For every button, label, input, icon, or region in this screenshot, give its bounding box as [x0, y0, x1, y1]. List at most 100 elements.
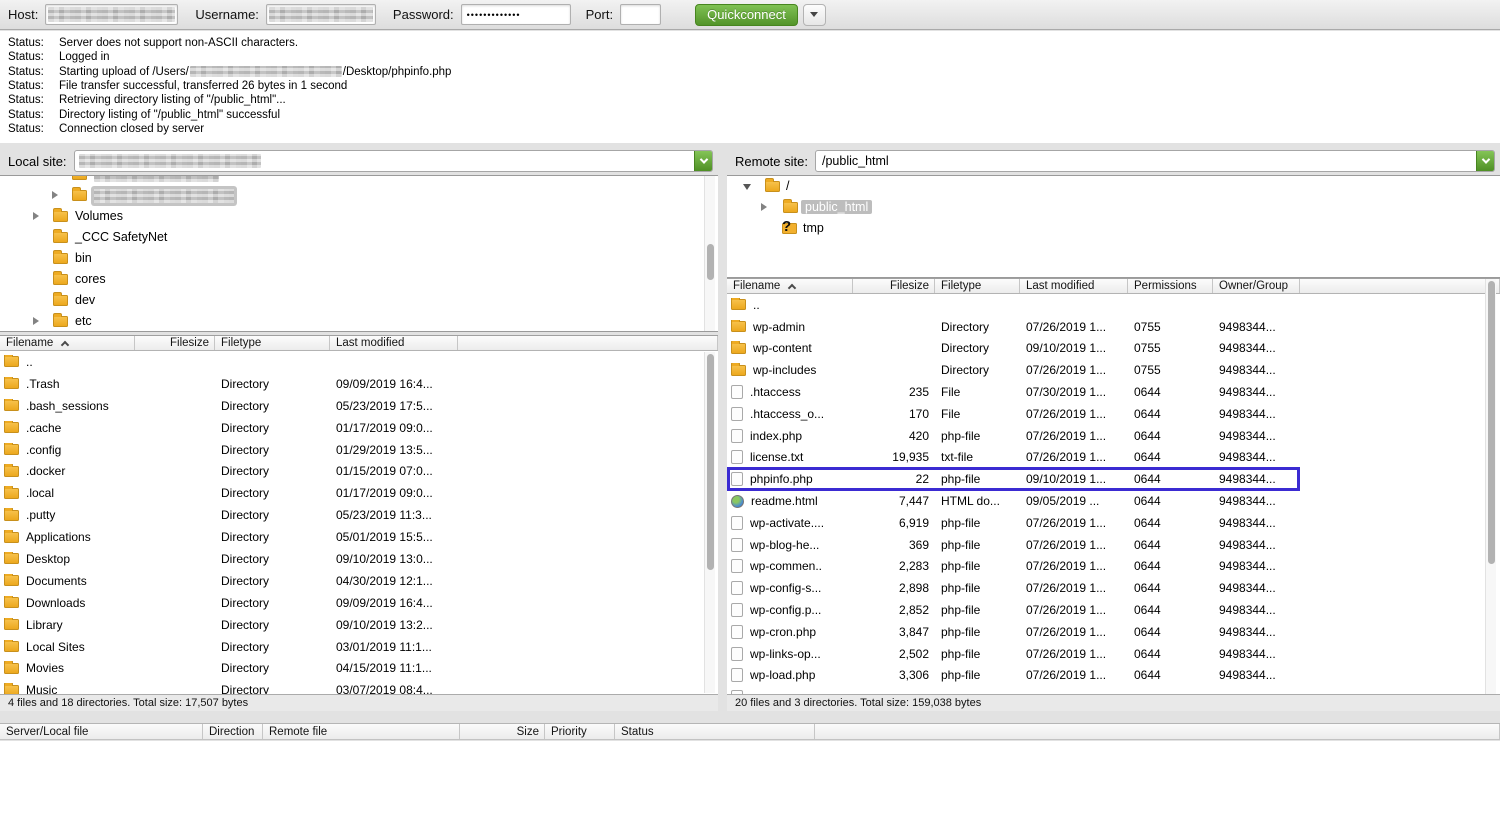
file-row-index-php[interactable]: index.php420php-file07/26/2019 1...06449…: [727, 425, 1500, 447]
file-row-local-sites[interactable]: Local SitesDirectory03/01/2019 11:1...: [0, 636, 718, 658]
password-input[interactable]: •••••••••••••: [461, 4, 571, 25]
local-site-dropdown-button[interactable]: [694, 151, 712, 171]
local-column-filename[interactable]: Filename: [0, 336, 135, 350]
file-row-phpinfo-php[interactable]: phpinfo.php22php-file09/10/2019 1...0644…: [727, 468, 1500, 490]
file-row--trash[interactable]: .TrashDirectory09/09/2019 16:4...: [0, 373, 718, 395]
cell-type: php-file: [935, 559, 1020, 573]
tree-item[interactable]: [0, 185, 718, 206]
queue-column-direction[interactable]: Direction: [203, 724, 263, 739]
quickconnect-button[interactable]: Quickconnect: [695, 4, 798, 26]
tree-item-dev[interactable]: dev: [0, 290, 718, 311]
tree-expand-icon[interactable]: [33, 317, 39, 325]
tree-item--[interactable]: /: [727, 176, 1500, 197]
file-row--htaccess-o-[interactable]: .htaccess_o...170File07/26/2019 1...0644…: [727, 403, 1500, 425]
file-row-wp-cron-php[interactable]: wp-cron.php3,847php-file07/26/2019 1...0…: [727, 621, 1500, 643]
file-row-wp-load-php[interactable]: wp-load.php3,306php-file07/26/2019 1...0…: [727, 665, 1500, 687]
file-row-wp-content[interactable]: wp-contentDirectory09/10/2019 1...075594…: [727, 338, 1500, 360]
file-icon: [731, 472, 743, 486]
remote-column-lastmodified[interactable]: Last modified: [1020, 279, 1128, 293]
local-list-scrollbar[interactable]: [704, 352, 715, 693]
username-input[interactable]: [266, 4, 376, 25]
tree-item-tmp[interactable]: tmp: [727, 218, 1500, 239]
remote-list-scrollbar[interactable]: [1485, 279, 1496, 694]
local-list-scrollbar-thumb[interactable]: [707, 354, 714, 570]
remote-list-scrollbar-thumb[interactable]: [1488, 281, 1495, 564]
cell-perms: 0644: [1128, 494, 1213, 508]
folder-icon: [72, 190, 87, 201]
file-row-wp-links-op-[interactable]: wp-links-op...2,502php-file07/26/2019 1.…: [727, 643, 1500, 665]
queue-column-remotefile[interactable]: Remote file: [263, 724, 460, 739]
remote-site-dropdown-button[interactable]: [1476, 151, 1494, 171]
file-icon: [731, 625, 743, 639]
tree-item-bin[interactable]: bin: [0, 248, 718, 269]
queue-column-priority[interactable]: Priority: [545, 724, 615, 739]
remote-column-filetype[interactable]: Filetype: [935, 279, 1020, 293]
tree-item-public-html[interactable]: public_html: [727, 197, 1500, 218]
file-row--cache[interactable]: .cacheDirectory01/17/2019 09:0...: [0, 417, 718, 439]
queue-column-serverlocal[interactable]: Server/Local file: [0, 724, 203, 739]
file-row--bash-sessions[interactable]: .bash_sessionsDirectory05/23/2019 17:5..…: [0, 395, 718, 417]
host-input[interactable]: [45, 4, 178, 25]
local-panel: Local site: Volumes_CCC SafetyNetbincore…: [0, 148, 718, 711]
tree-item[interactable]: [0, 175, 718, 185]
file-row-library[interactable]: LibraryDirectory09/10/2019 13:2...: [0, 614, 718, 636]
local-tree-scrollbar[interactable]: [704, 176, 715, 331]
file-row-desktop[interactable]: DesktopDirectory09/10/2019 13:0...: [0, 548, 718, 570]
file-row-readme-html[interactable]: readme.html7,447HTML do...09/05/2019 ...…: [727, 490, 1500, 512]
tree-item-cores[interactable]: cores: [0, 269, 718, 290]
tree-expand-icon[interactable]: [52, 191, 58, 199]
local-column-lastmodified[interactable]: Last modified: [330, 336, 458, 350]
tree-item--ccc-safetynet[interactable]: _CCC SafetyNet: [0, 227, 718, 248]
remote-site-combobox[interactable]: /public_html: [815, 150, 1495, 172]
file-icon: [731, 429, 743, 443]
local-tree-scrollbar-thumb[interactable]: [707, 244, 714, 280]
tree-item-volumes[interactable]: Volumes: [0, 206, 718, 227]
file-row-wp-config-p-[interactable]: wp-config.p...2,852php-file07/26/2019 1.…: [727, 599, 1500, 621]
tree-item-label: dev: [75, 293, 95, 307]
file-row--config[interactable]: .configDirectory01/29/2019 13:5...: [0, 439, 718, 461]
tree-item-label: _CCC SafetyNet: [75, 230, 167, 244]
file-row--[interactable]: ..: [727, 294, 1500, 316]
cell-type: Directory: [215, 377, 330, 391]
file-icon: [731, 385, 743, 399]
file-row-movies[interactable]: MoviesDirectory04/15/2019 11:1...: [0, 657, 718, 679]
file-row--[interactable]: ..: [0, 351, 718, 373]
file-row-applications[interactable]: ApplicationsDirectory05/01/2019 15:5...: [0, 526, 718, 548]
file-row-wp-admin[interactable]: wp-adminDirectory07/26/2019 1...07559498…: [727, 316, 1500, 338]
file-row[interactable]: [727, 686, 1500, 694]
tree-collapse-icon[interactable]: [743, 184, 751, 190]
quickconnect-dropdown-button[interactable]: [803, 4, 826, 26]
tree-item-etc[interactable]: etc: [0, 311, 718, 332]
folder-icon: [4, 466, 19, 477]
file-row-wp-config-s-[interactable]: wp-config-s...2,898php-file07/26/2019 1.…: [727, 577, 1500, 599]
port-input[interactable]: [620, 4, 661, 25]
remote-column-ownergroup[interactable]: Owner/Group: [1213, 279, 1300, 293]
remote-column-filename[interactable]: Filename: [727, 279, 853, 293]
queue-column-size[interactable]: Size: [460, 724, 545, 739]
file-row-license-txt[interactable]: license.txt19,935txt-file07/26/2019 1...…: [727, 447, 1500, 469]
file-row--putty[interactable]: .puttyDirectory05/23/2019 11:3...: [0, 504, 718, 526]
file-row-music[interactable]: MusicDirectory03/07/2019 08:4...: [0, 679, 718, 694]
tree-expand-icon[interactable]: [33, 212, 39, 220]
file-row-wp-blog-he-[interactable]: wp-blog-he...369php-file07/26/2019 1...0…: [727, 534, 1500, 556]
file-row--docker[interactable]: .dockerDirectory01/15/2019 07:0...: [0, 460, 718, 482]
queue-column-status[interactable]: Status: [615, 724, 815, 739]
file-row-wp-commen-[interactable]: wp-commen..2,283php-file07/26/2019 1...0…: [727, 556, 1500, 578]
file-row--local[interactable]: .localDirectory01/17/2019 09:0...: [0, 482, 718, 504]
tree-expand-icon[interactable]: [761, 203, 767, 211]
local-column-filetype[interactable]: Filetype: [215, 336, 330, 350]
remote-column-permissions[interactable]: Permissions: [1128, 279, 1213, 293]
file-row--htaccess[interactable]: .htaccess235File07/30/2019 1...064494983…: [727, 381, 1500, 403]
cell-owner: 9498344...: [1213, 429, 1300, 443]
status-log-message: Retrieving directory listing of "/public…: [59, 94, 286, 106]
local-column-filler: [458, 336, 718, 350]
file-row-wp-includes[interactable]: wp-includesDirectory07/26/2019 1...07559…: [727, 359, 1500, 381]
file-row-documents[interactable]: DocumentsDirectory04/30/2019 12:1...: [0, 570, 718, 592]
remote-column-filesize[interactable]: Filesize: [853, 279, 935, 293]
local-column-filesize[interactable]: Filesize: [135, 336, 215, 350]
file-row-downloads[interactable]: DownloadsDirectory09/09/2019 16:4...: [0, 592, 718, 614]
local-site-combobox[interactable]: [74, 150, 713, 172]
file-row-wp-activate-[interactable]: wp-activate....6,919php-file07/26/2019 1…: [727, 512, 1500, 534]
redacted-local-path: [79, 154, 261, 168]
cell-name: wp-cron.php: [727, 625, 853, 639]
